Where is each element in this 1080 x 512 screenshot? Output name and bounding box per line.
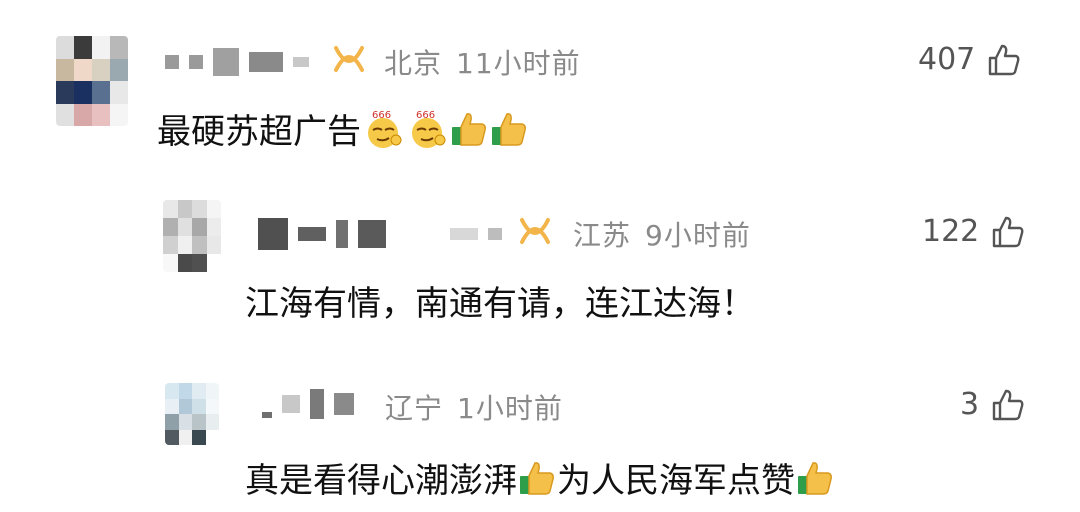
thumbs-up-emoji-icon (520, 461, 554, 495)
comment-1: 北京 11小时前 407 最硬苏超广告 666 666 (0, 0, 1080, 170)
timestamp: 11小时前 (456, 47, 581, 80)
username-blurred[interactable] (165, 48, 309, 76)
vip-badge-icon (334, 46, 364, 72)
thumbs-up-outline-icon (992, 389, 1024, 420)
thumbs-up-outline-icon (989, 44, 1020, 75)
comment-text: 江海有情，南通有请，连江达海！ (245, 276, 755, 325)
thumbs-up-emoji-icon (492, 112, 526, 146)
comment-body-part2: 为人民海军点赞 (557, 461, 795, 501)
comment-meta: 江苏 9小时前 (573, 214, 751, 254)
thumbs-up-outline-icon (993, 216, 1024, 247)
comment-body-part1: 真是看得心潮澎湃 (245, 461, 517, 501)
location: 北京 (384, 47, 443, 80)
comment-body: 江海有情，南通有请，连江达海！ (245, 284, 755, 324)
comment-2-reply: 江苏 9小时前 122 江海有情，南通有请，连江达海！ (0, 170, 1080, 340)
comment-3-reply: 辽宁 1小时前 3 真是看得心潮澎湃 为人民海军点赞 (0, 345, 1080, 512)
like-button[interactable]: 3 (960, 387, 1025, 422)
username-blurred[interactable] (262, 389, 354, 419)
comment-text: 最硬苏超广告 666 666 (157, 104, 529, 153)
emoji-666-label: 666 (416, 110, 435, 121)
timestamp: 1小时前 (457, 392, 563, 425)
username-blurred[interactable] (258, 218, 502, 250)
timestamp: 9小时前 (645, 219, 751, 252)
emoji-666-label: 666 (372, 110, 391, 121)
avatar[interactable] (56, 36, 128, 126)
thumbs-up-emoji-icon (452, 112, 486, 146)
comment-meta: 北京 11小时前 (384, 42, 581, 82)
thumbs-up-emoji-icon (798, 461, 832, 495)
location: 江苏 (573, 219, 632, 252)
666-emoji-icon: 666 (412, 110, 446, 148)
like-button[interactable]: 407 (918, 42, 1021, 77)
avatar[interactable] (165, 383, 219, 445)
vip-badge-icon (520, 218, 550, 244)
comment-meta: 辽宁 1小时前 (385, 387, 563, 427)
like-count: 407 (918, 42, 976, 77)
like-count: 122 (922, 214, 980, 249)
comment-text: 真是看得心潮澎湃 为人民海军点赞 (245, 453, 835, 502)
like-count: 3 (960, 387, 980, 422)
666-emoji-icon: 666 (368, 110, 402, 148)
comment-body: 最硬苏超广告 (157, 112, 361, 152)
avatar[interactable] (163, 200, 221, 272)
like-button[interactable]: 122 (922, 214, 1025, 249)
location: 辽宁 (385, 392, 444, 425)
